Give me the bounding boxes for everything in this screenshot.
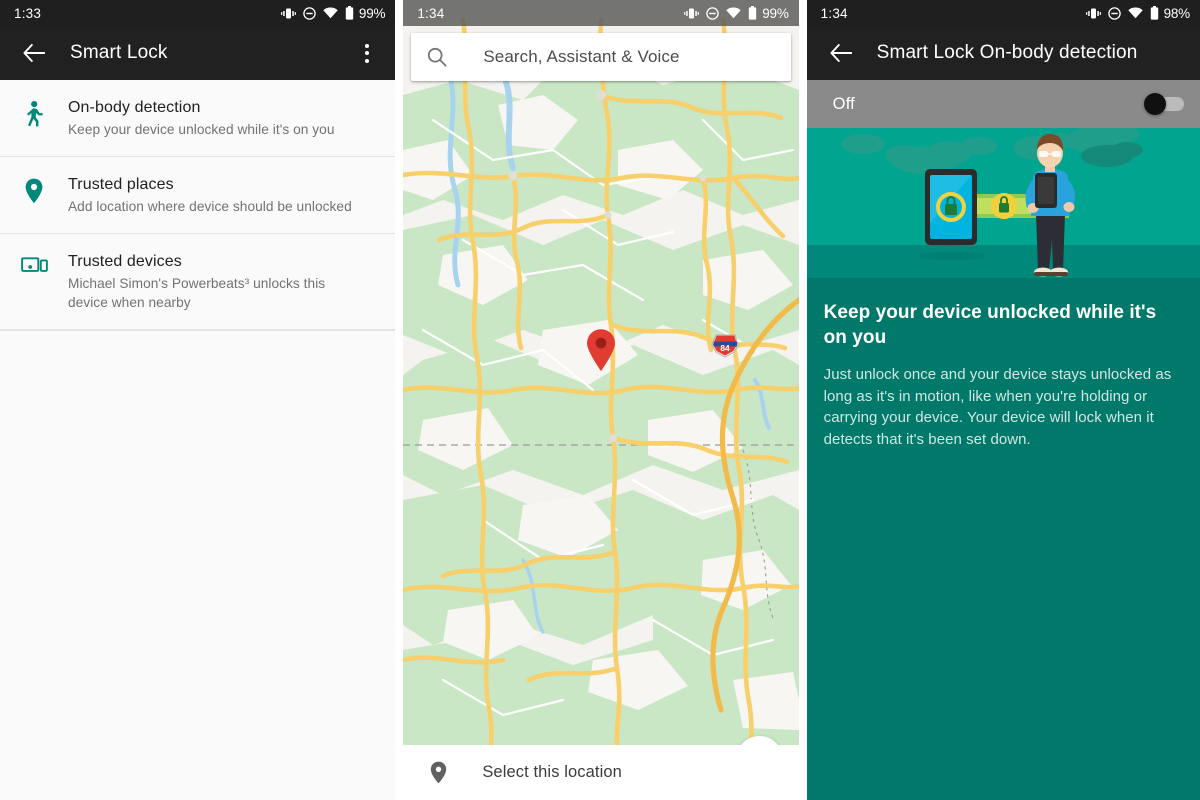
wifi-icon [1127, 7, 1143, 19]
svg-text:84: 84 [721, 343, 731, 353]
battery-percent: 98% [1163, 5, 1191, 21]
search-placeholder: Search, Assistant & Voice [483, 47, 680, 66]
battery-icon [1150, 6, 1158, 20]
list-item-subtitle: Michael Simon's Powerbeats³ unlocks this… [68, 276, 326, 310]
overflow-menu-icon[interactable] [347, 31, 387, 75]
list-item-subtitle: Add location where device should be unlo… [68, 199, 352, 214]
on-body-toggle-row[interactable]: Off [806, 80, 1200, 128]
walking-person-icon [0, 97, 68, 127]
back-arrow-icon[interactable] [821, 33, 861, 73]
wifi-icon [726, 7, 741, 19]
do-not-disturb-icon [303, 6, 316, 20]
status-icons: 99% [684, 5, 789, 21]
battery-icon [749, 6, 757, 20]
person-holding-phone-with-lock-illustration [806, 128, 1200, 278]
battery-icon [345, 6, 354, 20]
description-heading: Keep your device unlocked while it's on … [823, 302, 1157, 348]
do-not-disturb-icon [1107, 6, 1121, 20]
battery-percent: 99% [358, 5, 386, 21]
location-pin-icon [0, 174, 68, 204]
location-pin-icon [421, 761, 455, 784]
vibrate-icon [1085, 8, 1101, 18]
panel-smart-lock-settings: 1:33 99% Smart Lock On-body detection Ke… [0, 0, 396, 800]
search-icon [427, 47, 447, 67]
list-item-text: Trusted places Add location where device… [68, 174, 381, 216]
list-item-title: On-body detection [68, 99, 201, 116]
list-item-on-body-detection[interactable]: On-body detection Keep your device unloc… [0, 80, 396, 157]
panel-gutter-right [798, 0, 807, 800]
illustration-banner [806, 128, 1200, 278]
status-time: 1:33 [14, 5, 42, 21]
switch-thumb [1143, 93, 1166, 115]
list-item-title: Trusted devices [68, 253, 182, 270]
trusted-devices-icon [0, 251, 68, 276]
list-bottom-divider [0, 330, 396, 331]
status-icons: 99% [280, 5, 386, 21]
list-item-text: Trusted devices Michael Simon's Powerbea… [68, 251, 381, 312]
app-bar: Smart Lock On-body detection [806, 26, 1200, 80]
map-tiles: 84 [403, 0, 799, 745]
map-container[interactable]: 84 1:34 99% Search, Assistant & Voice Se… [403, 0, 799, 800]
map-canvas[interactable]: 84 [403, 0, 799, 745]
description-block: Keep your device unlocked while it's on … [807, 278, 1200, 450]
search-input[interactable]: Search, Assistant & Voice [411, 33, 791, 81]
panel-on-body-detection: 1:34 98% Smart Lock On-body detection Of… [806, 0, 1200, 800]
status-time: 1:34 [417, 5, 445, 21]
description-paragraph: Just unlock once and your device stays u… [823, 366, 1172, 448]
vibrate-icon [280, 8, 296, 18]
map-pin-marker[interactable] [585, 328, 617, 372]
list-item-trusted-places[interactable]: Trusted places Add location where device… [0, 157, 396, 234]
status-time: 1:34 [820, 5, 848, 21]
page-title: Smart Lock [70, 42, 168, 63]
wifi-icon [323, 7, 338, 19]
status-bar: 1:34 98% [806, 0, 1200, 26]
battery-percent: 99% [762, 5, 789, 21]
three-panel-screenshot: 1:33 99% Smart Lock On-body detection Ke… [0, 0, 1200, 800]
select-location-label: Select this location [482, 763, 622, 781]
toggle-state-label: Off [832, 94, 855, 113]
panel-map-location-picker: 84 1:34 99% Search, Assistant & Voice Se… [403, 0, 799, 800]
page-title: Smart Lock On-body detection [876, 42, 1138, 63]
app-bar: Smart Lock [0, 26, 396, 80]
status-bar: 1:33 99% [0, 0, 396, 26]
list-item-text: On-body detection Keep your device unloc… [68, 97, 381, 139]
list-item-title: Trusted places [68, 176, 174, 193]
status-bar: 1:34 99% [403, 0, 799, 26]
select-this-location-button[interactable]: Select this location [403, 745, 799, 800]
list-item-subtitle: Keep your device unlocked while it's on … [68, 122, 335, 137]
on-body-toggle-switch[interactable] [1134, 93, 1184, 115]
settings-list: On-body detection Keep your device unloc… [0, 80, 396, 331]
vibrate-icon [684, 8, 700, 18]
back-arrow-icon[interactable] [14, 33, 54, 73]
do-not-disturb-icon [706, 6, 719, 20]
status-icons: 98% [1085, 5, 1191, 21]
list-item-trusted-devices[interactable]: Trusted devices Michael Simon's Powerbea… [0, 234, 396, 330]
panel-gutter-left [395, 0, 404, 800]
